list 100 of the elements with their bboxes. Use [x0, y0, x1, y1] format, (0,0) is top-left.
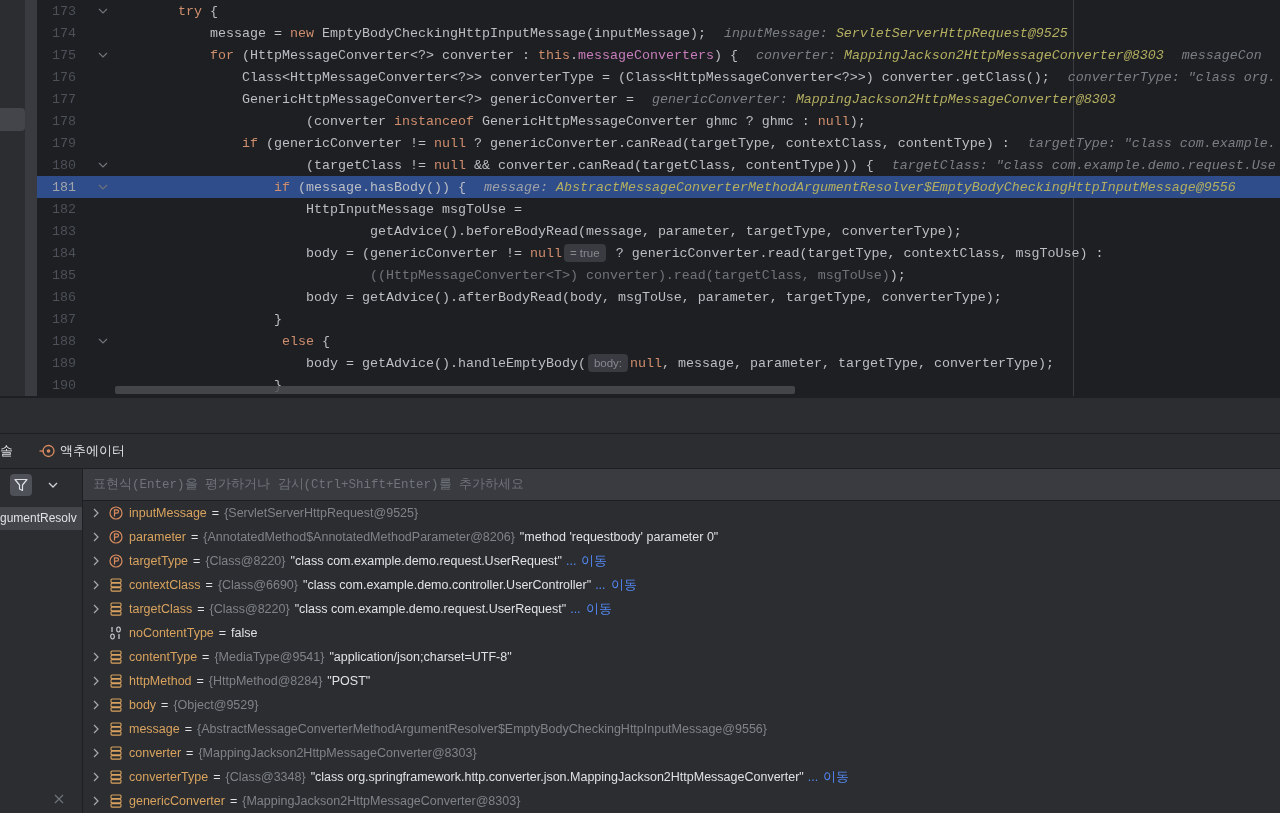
variable-value: "class com.example.demo.request.UserRequest": [290, 554, 562, 568]
scrollbar[interactable]: [25, 0, 37, 396]
variable-type: {Object@9529}: [173, 698, 259, 712]
variable-value: "application/json;charset=UTF-8": [329, 650, 512, 664]
inline-value-hint: targetClass: "class com.example.demo.request.Use: [891, 157, 1276, 173]
variable-value: "class org.springframework.http.converter.json.MappingJackson2HttpMessageConverter": [310, 770, 804, 784]
frame-item[interactable]: gumentResolv: [0, 507, 82, 530]
inline-value-hint: converterType: "class org.: [1067, 69, 1276, 85]
inline-hint-badge: = true: [563, 244, 606, 262]
inline-value-hint: inputMessage: ServletServerHttpRequest@9525: [723, 25, 1068, 41]
variable-name: parameter: [129, 530, 186, 544]
variable-type: {MappingJackson2HttpMessageConverter@8303}: [242, 794, 521, 808]
variable-name: body: [129, 698, 157, 712]
navigate-link[interactable]: 이동: [610, 576, 637, 594]
code-text: body = getAdvice().afterBodyRead(body, msgToUse, parameter, targetType, converterType);: [304, 289, 1002, 305]
fold-icon[interactable]: [98, 52, 108, 58]
code-text: ((HttpMessageConverter<T>) converter).read(targetClass, msgToUse));: [368, 267, 906, 283]
ellipsis: ...: [570, 602, 581, 616]
inline-value-hint: message: AbstractMessageConverterMethodArgumentResolver$EmptyBodyCheckingHttpInputMessage@9556: [483, 179, 1236, 195]
code-text: getAdvice().beforeBodyRead(message, parameter, targetType, converterType);: [368, 223, 962, 239]
code-text: else {: [280, 333, 330, 349]
close-icon[interactable]: [54, 794, 64, 804]
field-icon: [109, 722, 123, 736]
field-icon: [109, 746, 123, 760]
code-text: if (genericConverter != null ? genericConverter.canRead(targetType, contextClass, contentType) :: [240, 135, 1010, 151]
fold-icon[interactable]: [98, 338, 108, 344]
field-icon: [109, 602, 123, 616]
equals-sign: =: [184, 722, 193, 736]
equals-sign: =: [193, 554, 201, 568]
inline-value-hint: converter: MappingJackson2HttpMessageConverter@8303: [755, 47, 1164, 63]
variable-type: {ServletServerHttpRequest@9525}: [224, 506, 419, 520]
code-text: (converter instanceof GenericHttpMessageConverter ghmc ? ghmc : null);: [304, 113, 866, 129]
filter-button[interactable]: [10, 474, 32, 496]
variable-type: {MappingJackson2HttpMessageConverter@8303}: [198, 746, 477, 760]
code-text: (targetClass != null && converter.canRead(targetClass, contentType))) {: [304, 157, 874, 173]
equals-sign: =: [218, 626, 227, 640]
navigate-link[interactable]: 이동: [823, 768, 850, 786]
code-text: GenericHttpMessageConverter<?> genericConverter =: [240, 91, 634, 107]
variable-value: false: [231, 626, 258, 640]
fold-icon[interactable]: [98, 162, 108, 168]
chevron-down-icon[interactable]: [48, 482, 58, 488]
variable-type: {AnnotatedMethod$AnnotatedMethodParameter@8206}: [203, 530, 515, 544]
code-text: Class<HttpMessageConverter<?>> converterType = (Class<HttpMessageConverter<?>>) converter.getClass();: [240, 69, 1050, 85]
field-icon: [109, 650, 123, 664]
code-text: try {: [177, 3, 218, 19]
code-text: body = getAdvice().handleEmptyBody(: [304, 355, 586, 371]
variable-value: "method 'requestbody' parameter 0": [519, 530, 719, 544]
navigate-link[interactable]: 이동: [585, 600, 612, 618]
parameter-icon: [109, 554, 123, 568]
equals-sign: =: [202, 650, 210, 664]
variable-type: {AbstractMessageConverterMethodArgumentResolver$EmptyBodyCheckingHttpInputMessage@9556}: [197, 722, 767, 736]
ellipsis: ...: [566, 554, 577, 568]
equals-sign: =: [205, 578, 213, 592]
variable-type: {HttpMethod@8284}: [208, 674, 323, 688]
variable-type: {MediaType@9541}: [214, 650, 325, 664]
variable-value: "class com.example.demo.request.UserRequest": [294, 602, 567, 616]
equals-sign: =: [213, 770, 221, 784]
code-text: null, message, parameter, targetType, converterType);: [630, 355, 1054, 371]
code-text: for (HttpMessageConverter<?> converter : this.messageConverters) {: [208, 47, 738, 63]
variable-name: targetClass: [129, 602, 193, 616]
variable-name: contextClass: [129, 578, 201, 592]
equals-sign: =: [186, 746, 194, 760]
code-text: ? genericConverter.read(targetType, contextClass, msgToUse) :: [614, 245, 1104, 261]
equals-sign: =: [229, 794, 238, 808]
code-text: HttpInputMessage msgToUse =: [304, 201, 522, 217]
filter-icon: [14, 478, 28, 492]
tab[interactable]: 솔: [0, 442, 13, 461]
parameter-icon: [109, 506, 123, 520]
equals-sign: =: [191, 530, 199, 544]
variable-type: {Class@8220}: [205, 554, 286, 568]
variable-name: targetType: [129, 554, 189, 568]
inline-hint-badge: body:: [587, 354, 629, 372]
ellipsis: ...: [595, 578, 606, 592]
variable-name: genericConverter: [129, 794, 225, 808]
line-number: 181: [51, 179, 76, 195]
parameter-icon: [109, 530, 123, 544]
field-icon: [109, 770, 123, 784]
variable-type: {Class@8220}: [209, 602, 290, 616]
expression-field[interactable]: 표현식(Enter)을 평가하거나 감시(Ctrl+Shift+Enter)를 추가하세요: [83, 469, 1280, 501]
field-icon: [109, 674, 123, 688]
inline-value-hint: targetType: "class com.example.: [1027, 135, 1276, 151]
fold-icon[interactable]: [98, 8, 108, 14]
equals-sign: =: [211, 506, 220, 520]
tab[interactable]: 액추에이터: [39, 442, 125, 461]
variable-name: converterType: [129, 770, 209, 784]
field-icon: [109, 794, 123, 808]
variable-type: {Class@6690}: [217, 578, 298, 592]
navigate-link[interactable]: 이동: [581, 552, 608, 570]
ellipsis: ...: [807, 770, 819, 784]
variable-name: httpMethod: [129, 674, 192, 688]
target-icon: [39, 443, 55, 460]
code-text: }: [272, 311, 282, 327]
code-text: body = (genericConverter != null: [304, 245, 562, 261]
variable-value: "class com.example.demo.controller.UserController": [303, 578, 592, 592]
code-text: if (message.hasBody()) {: [272, 179, 466, 195]
variable-name: noContentType: [129, 626, 214, 640]
equals-sign: =: [196, 674, 204, 688]
variable-name: contentType: [129, 650, 198, 664]
variable-name: converter: [129, 746, 182, 760]
field-icon: [109, 578, 123, 592]
